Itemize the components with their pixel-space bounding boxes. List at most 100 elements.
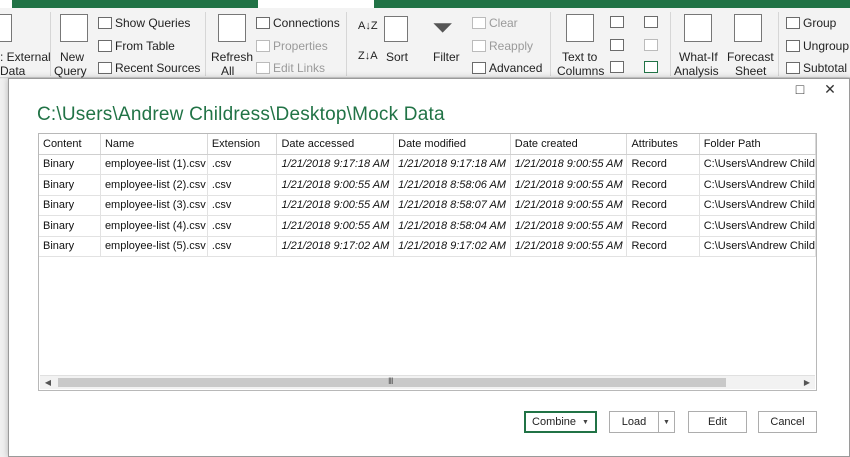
column-header[interactable]: Extension — [207, 134, 278, 155]
consolidate-icon[interactable] — [644, 16, 658, 28]
forecast-sheet-label[interactable]: Forecast — [727, 50, 774, 64]
text-to-columns-label[interactable]: Text to — [562, 50, 597, 64]
scroll-thumb[interactable]: III — [58, 376, 726, 387]
column-header[interactable]: Name — [100, 134, 208, 155]
table-cell[interactable]: Record — [626, 195, 700, 216]
column-header[interactable]: Date created — [510, 134, 628, 155]
data-validation-icon[interactable] — [610, 61, 624, 73]
reapply-button[interactable]: Reapply — [472, 39, 533, 53]
connections-button[interactable]: Connections — [256, 16, 340, 30]
column-header[interactable]: Folder Path — [699, 134, 816, 155]
table-cell[interactable]: 1/21/2018 8:58:04 AM — [393, 215, 511, 237]
show-queries-button[interactable]: Show Queries — [98, 16, 190, 30]
table-cell[interactable]: employee-list (4).csv — [100, 215, 208, 237]
sort-az-icon[interactable]: A↓Z — [358, 20, 378, 32]
relationships-icon[interactable] — [644, 39, 658, 51]
recent-sources-button[interactable]: Recent Sources — [98, 61, 200, 75]
ungroup-button[interactable]: Ungroup — [786, 39, 849, 53]
advanced-label: Advanced — [489, 61, 543, 75]
text-to-columns-sub[interactable]: Columns — [557, 64, 604, 78]
table-cell[interactable]: .csv — [207, 174, 278, 196]
table-cell[interactable]: 1/21/2018 8:58:07 AM — [393, 195, 511, 216]
sort-za-icon[interactable]: Z↓A — [358, 50, 378, 62]
table-cell[interactable]: 1/21/2018 9:00:55 AM — [510, 174, 628, 196]
table-cell[interactable]: 1/21/2018 9:00:55 AM — [510, 236, 628, 257]
table-cell[interactable]: employee-list (3).csv — [100, 195, 208, 216]
new-query-sub[interactable]: Query — [54, 64, 87, 78]
table-cell[interactable]: Binary — [39, 195, 101, 216]
table-cell[interactable]: Binary — [39, 174, 101, 196]
table-row[interactable]: Binary employee-list (5).csv .csv 1/21/2018… — [39, 236, 816, 257]
from-table-button[interactable]: From Table — [98, 39, 175, 53]
table-cell[interactable]: C:\Users\Andrew Child — [699, 215, 816, 237]
flash-fill-icon[interactable] — [610, 16, 624, 28]
remove-duplicates-icon[interactable] — [610, 39, 624, 51]
load-dropdown-button[interactable]: ▼ — [658, 411, 675, 433]
advanced-button[interactable]: Advanced — [472, 61, 542, 75]
table-cell[interactable]: .csv — [207, 195, 278, 216]
table-cell[interactable]: 1/21/2018 9:17:02 AM — [276, 236, 395, 257]
preview-grid[interactable]: Content Name Extension Date accessed Date mo… — [38, 133, 817, 391]
scroll-left-icon[interactable]: ◀ — [40, 376, 56, 389]
get-external-data-label[interactable]: : External — [0, 50, 51, 64]
subtotal-button[interactable]: Subtotal — [786, 61, 847, 75]
column-header[interactable]: Date modified — [393, 134, 511, 155]
table-cell[interactable]: Binary — [39, 215, 101, 237]
table-cell[interactable]: 1/21/2018 9:00:55 AM — [276, 195, 395, 216]
table-cell[interactable]: .csv — [207, 154, 278, 175]
table-cell[interactable]: Record — [626, 215, 700, 237]
column-header[interactable]: Content — [39, 134, 101, 155]
table-row[interactable]: Binary employee-list (2).csv .csv 1/21/2018… — [39, 174, 816, 196]
close-icon[interactable]: ✕ — [815, 79, 845, 99]
data-model-icon[interactable] — [644, 61, 658, 73]
table-cell[interactable]: 1/21/2018 8:58:06 AM — [393, 174, 511, 196]
maximize-icon[interactable]: □ — [785, 79, 815, 99]
load-button[interactable]: Load — [609, 411, 659, 433]
table-cell[interactable]: 1/21/2018 9:17:18 AM — [276, 154, 395, 175]
clear-button[interactable]: Clear — [472, 16, 518, 30]
edit-button[interactable]: Edit — [688, 411, 747, 433]
table-cell[interactable]: 1/21/2018 9:00:55 AM — [276, 215, 395, 237]
table-row[interactable]: Binary employee-list (4).csv .csv 1/21/2018… — [39, 215, 816, 237]
sort-button[interactable]: Sort — [386, 50, 408, 64]
table-cell[interactable]: 1/21/2018 9:00:55 AM — [510, 195, 628, 216]
table-cell[interactable]: 1/21/2018 9:17:18 AM — [393, 154, 511, 175]
table-cell[interactable]: C:\Users\Andrew Child — [699, 236, 816, 257]
refresh-all-label[interactable]: Refresh — [211, 50, 253, 64]
combine-button[interactable]: Combine ▼ — [524, 411, 597, 433]
what-if-analysis-label[interactable]: What-If — [679, 50, 718, 64]
table-cell[interactable]: employee-list (1).csv — [100, 154, 208, 175]
column-header[interactable]: Attributes — [626, 134, 700, 155]
table-row[interactable]: Binary employee-list (3).csv .csv 1/21/2018… — [39, 195, 816, 216]
table-cell[interactable]: employee-list (2).csv — [100, 174, 208, 196]
get-external-data-sub[interactable]: Data — [0, 64, 25, 78]
horizontal-scrollbar[interactable]: ◀ III ▶ — [40, 375, 815, 389]
table-cell[interactable]: Binary — [39, 154, 101, 175]
table-cell[interactable]: employee-list (5).csv — [100, 236, 208, 257]
table-cell[interactable]: 1/21/2018 9:17:02 AM — [393, 236, 511, 257]
group-button[interactable]: Group — [786, 16, 836, 30]
table-cell[interactable]: C:\Users\Andrew Child — [699, 154, 816, 175]
table-cell[interactable]: 1/21/2018 9:00:55 AM — [510, 215, 628, 237]
table-cell[interactable]: Record — [626, 236, 700, 257]
forecast-sheet-sub[interactable]: Sheet — [735, 64, 766, 78]
table-cell[interactable]: 1/21/2018 9:00:55 AM — [276, 174, 395, 196]
edit-links-button[interactable]: Edit Links — [256, 61, 325, 75]
table-cell[interactable]: 1/21/2018 9:00:55 AM — [510, 154, 628, 175]
cancel-button[interactable]: Cancel — [758, 411, 817, 433]
table-row[interactable]: Binary employee-list (1).csv .csv 1/21/2018… — [39, 154, 816, 175]
scroll-right-icon[interactable]: ▶ — [799, 376, 815, 389]
properties-button[interactable]: Properties — [256, 39, 328, 53]
table-cell[interactable]: C:\Users\Andrew Child — [699, 174, 816, 196]
filter-button[interactable]: Filter — [433, 50, 460, 64]
table-cell[interactable]: .csv — [207, 215, 278, 237]
table-cell[interactable]: C:\Users\Andrew Child — [699, 195, 816, 216]
what-if-analysis-sub[interactable]: Analysis — [674, 64, 719, 78]
table-cell[interactable]: Record — [626, 174, 700, 196]
table-cell[interactable]: Record — [626, 154, 700, 175]
table-cell[interactable]: Binary — [39, 236, 101, 257]
table-cell[interactable]: .csv — [207, 236, 278, 257]
column-header[interactable]: Date accessed — [276, 134, 395, 155]
new-query-label[interactable]: New — [60, 50, 84, 64]
refresh-all-sub[interactable]: All — [221, 64, 234, 78]
